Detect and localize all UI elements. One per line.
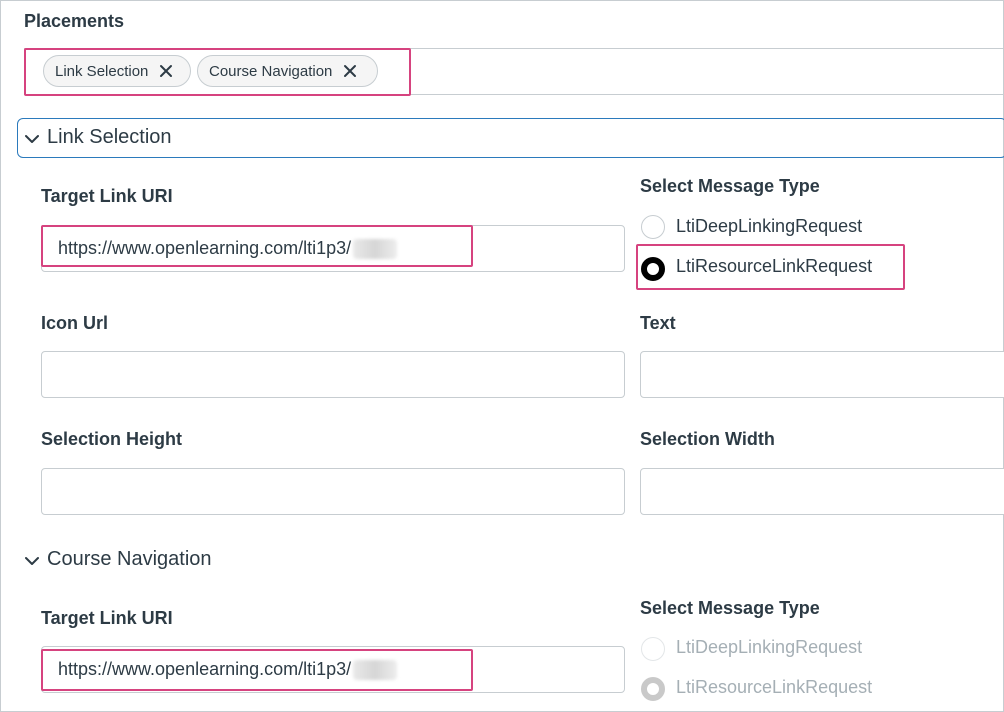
cn-radio-resource-link[interactable] (641, 677, 665, 701)
cn-radio-label-resource-link: LtiResourceLinkRequest (676, 677, 873, 697)
selection-width-input[interactable] (640, 468, 1004, 515)
cn-select-message-type-label: Select Message Type (640, 598, 820, 618)
target-link-uri-label: Target Link URI (41, 186, 173, 206)
course-navigation-toggle-label[interactable]: Course Navigation (47, 548, 212, 571)
placements-highlight (24, 48, 411, 96)
select-message-type-label: Select Message Type (640, 176, 820, 196)
selection-width-label: Selection Width (640, 429, 775, 449)
cn-radio-deep-linking[interactable] (641, 637, 665, 661)
cn-target-link-uri-label: Target Link URI (41, 608, 173, 628)
icon-url-input[interactable] (41, 351, 625, 398)
chevron-down-icon[interactable] (25, 556, 39, 566)
chevron-down-icon (25, 135, 39, 143)
message-type-highlight (636, 244, 905, 290)
radio-label-deep-linking: LtiDeepLinkingRequest (676, 216, 863, 236)
cn-radio-label-deep-linking: LtiDeepLinkingRequest (676, 637, 863, 657)
text-label: Text (640, 313, 676, 333)
target-link-uri-highlight (41, 225, 473, 267)
icon-url-label: Icon Url (41, 313, 109, 333)
link-selection-toggle-label: Link Selection (47, 126, 172, 148)
text-input[interactable] (640, 351, 1004, 398)
selection-height-label: Selection Height (41, 429, 183, 449)
radio-deep-linking[interactable] (641, 215, 665, 239)
placements-title: Placements (24, 11, 125, 31)
selection-height-input[interactable] (41, 468, 625, 515)
cn-target-link-uri-highlight (41, 649, 473, 691)
